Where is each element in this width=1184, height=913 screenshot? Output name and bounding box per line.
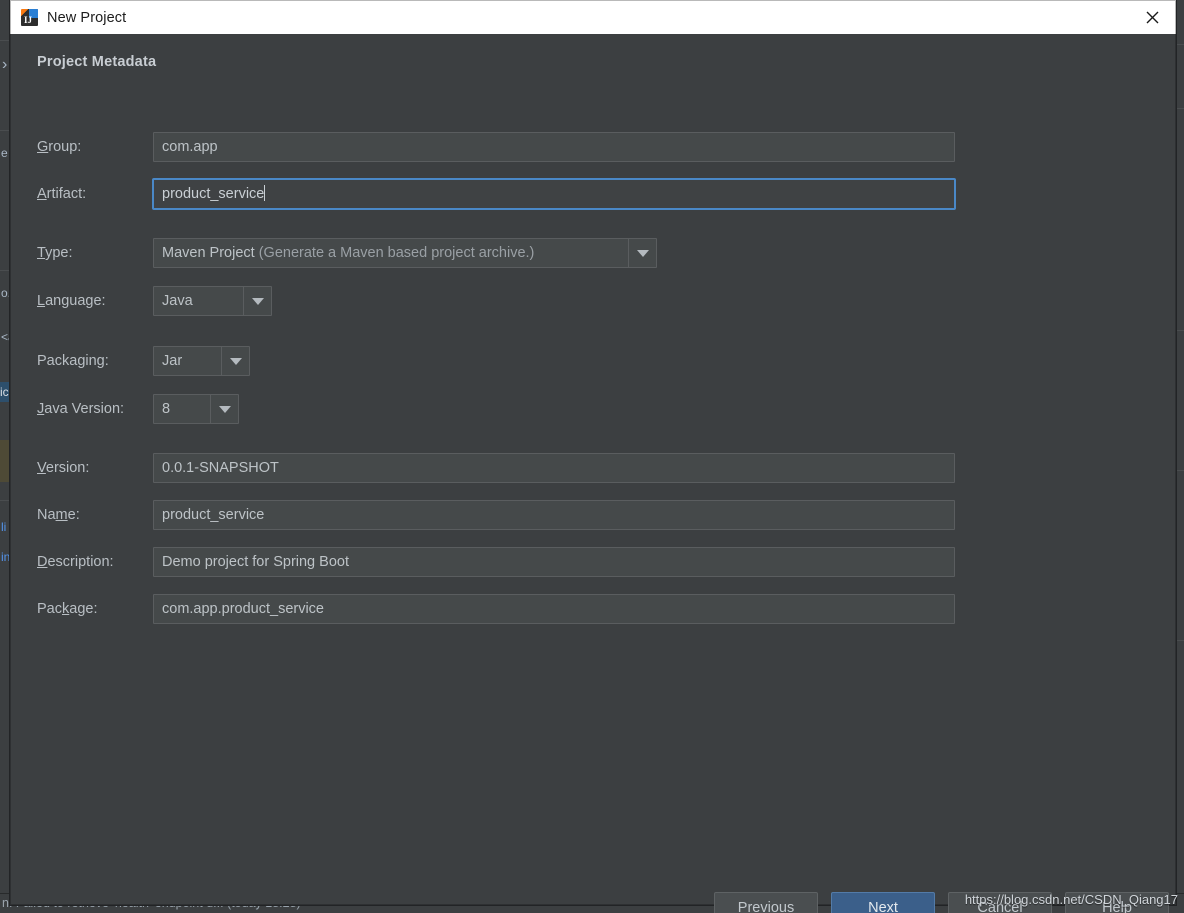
next-button[interactable]: Next	[831, 892, 935, 913]
dialog-content: Project Metadata Group: com.app Artifact…	[10, 34, 1176, 913]
chevron-down-icon[interactable]	[210, 395, 238, 423]
java-version-dropdown[interactable]: 8	[153, 394, 239, 424]
packaging-dropdown[interactable]: Jar	[153, 346, 250, 376]
watermark-url: https://blog.csdn.net/CSDN_Qiang17	[964, 892, 1178, 907]
type-value-description: (Generate a Maven based project archive.…	[258, 245, 535, 261]
label-version: Version:	[37, 460, 90, 476]
bg-fragment: ›	[2, 56, 8, 73]
form-row-artifact: Artifact: product_service	[11, 179, 1175, 209]
description-input[interactable]: Demo project for Spring Boot	[153, 547, 955, 577]
package-input[interactable]: com.app.product_service	[153, 594, 955, 624]
new-project-dialog: IJ New Project Project Metadata Group: c…	[10, 0, 1176, 913]
dialog-title-bar: IJ New Project	[10, 0, 1176, 34]
bg-fragment: li	[1, 520, 7, 534]
language-dropdown-value: Java	[162, 293, 193, 309]
label-name: Name:	[37, 507, 80, 523]
language-dropdown[interactable]: Java	[153, 286, 272, 316]
form-row-language: Language: Java	[11, 286, 1175, 316]
form-row-name: Name: product_service	[11, 500, 1175, 530]
intellij-idea-icon: IJ	[21, 9, 38, 26]
version-input[interactable]: 0.0.1-SNAPSHOT	[153, 453, 955, 483]
label-description: Description:	[37, 554, 114, 570]
java-version-dropdown-value: 8	[162, 401, 171, 417]
type-dropdown[interactable]: Maven Project (Generate a Maven based pr…	[153, 238, 657, 268]
type-dropdown-value: Maven Project (Generate a Maven based pr…	[154, 239, 628, 267]
label-java-version: Java Version:	[37, 401, 125, 417]
form-row-packaging: Packaging: Jar	[11, 346, 1175, 376]
chevron-down-icon[interactable]	[221, 347, 249, 375]
name-input[interactable]: product_service	[153, 500, 955, 530]
form-row-group: Group: com.app	[11, 132, 1175, 162]
form-row-package: Package: com.app.product_service	[11, 594, 1175, 624]
bg-fragment: in	[1, 550, 11, 564]
label-package: Package:	[37, 601, 98, 617]
text-caret	[264, 185, 266, 201]
form-row-version: Version: 0.0.1-SNAPSHOT	[11, 453, 1175, 483]
label-artifact: Artifact:	[37, 186, 87, 202]
label-packaging: Packaging:	[37, 353, 109, 369]
packaging-dropdown-value: Jar	[162, 353, 183, 369]
artifact-input-value: product_service	[162, 186, 265, 202]
form-row-type: Type: Maven Project (Generate a Maven ba…	[11, 238, 1175, 268]
label-type: Type:	[37, 245, 73, 261]
label-language: Language:	[37, 293, 106, 309]
label-group: Group:	[37, 139, 82, 155]
type-value-main: Maven Project	[162, 245, 255, 261]
page-title: Project Metadata	[37, 54, 157, 70]
artifact-input[interactable]: product_service	[153, 179, 955, 209]
chevron-down-icon[interactable]	[628, 239, 656, 267]
close-icon[interactable]	[1129, 1, 1175, 33]
previous-button[interactable]: Previous	[714, 892, 818, 913]
dialog-title: New Project	[47, 9, 127, 26]
form-row-description: Description: Demo project for Spring Boo…	[11, 547, 1175, 577]
form-row-java-version: Java Version: 8	[11, 394, 1175, 424]
chevron-down-icon[interactable]	[243, 287, 271, 315]
group-input[interactable]: com.app	[153, 132, 955, 162]
